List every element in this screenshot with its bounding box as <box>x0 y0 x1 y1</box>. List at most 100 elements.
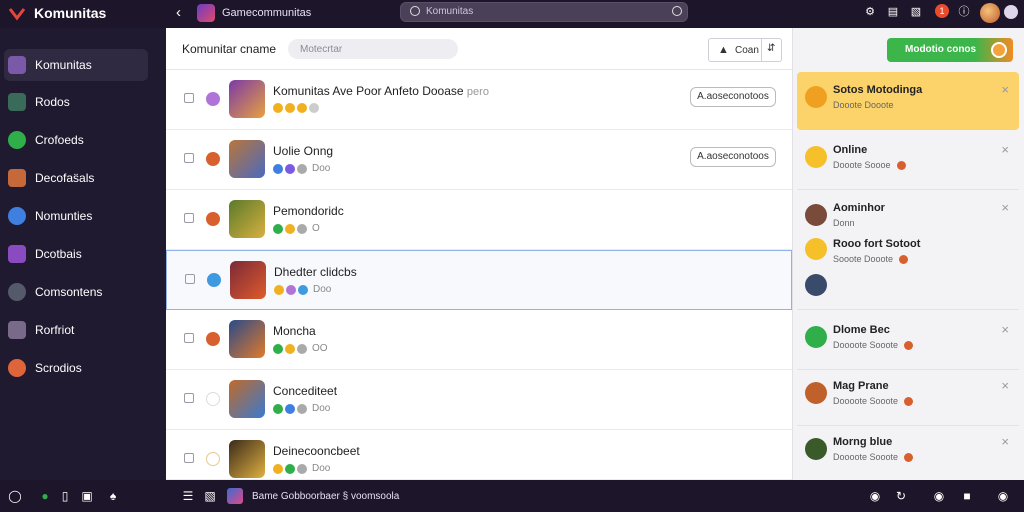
filter-input[interactable]: Motecrtar <box>288 39 458 59</box>
close-icon[interactable]: × <box>1001 200 1009 215</box>
notification-card[interactable]: Online Dooote Soooe × <box>797 132 1019 190</box>
row-checkbox[interactable] <box>184 333 194 343</box>
row-action-button[interactable]: A.aoseconotoos <box>690 147 776 167</box>
sidebar-item-label: Rorfriot <box>35 323 75 337</box>
notification-card-alert[interactable]: Sotos Motodinga Dooote Dooote × <box>797 72 1019 130</box>
chevron-down-icon[interactable]: ⇵ <box>767 43 775 54</box>
sidebar-item-crofoeds[interactable]: Crofoeds <box>4 124 148 156</box>
row-title: Dhedter clidcbs <box>274 265 357 279</box>
card-title: Dlome Bec <box>833 324 890 336</box>
card-title: Mag Prane <box>833 380 889 392</box>
trophy-icon[interactable]: ■ <box>960 489 974 503</box>
sidebar-item-label: Dcotbais <box>35 247 82 261</box>
badge-icon <box>297 163 307 174</box>
avatar <box>805 438 827 460</box>
list-item[interactable]: Komunitas Ave Poor Anfeto Dooase pero A.… <box>166 70 792 130</box>
close-icon[interactable]: × <box>1001 434 1009 449</box>
status-icon <box>206 452 220 466</box>
row-title: Uolie Onng <box>273 144 334 158</box>
phone-icon[interactable]: ▯ <box>58 489 72 503</box>
calendar-icon[interactable]: ▤ <box>887 6 899 18</box>
list-item[interactable]: Pemondoridc O <box>166 190 792 250</box>
record-icon[interactable]: ◉ <box>868 489 882 503</box>
notification-card[interactable]: Morng blue Doooote Sooote × <box>797 424 1019 482</box>
badge-icon <box>286 284 296 295</box>
badge-icon <box>273 223 283 234</box>
clock-icon <box>8 283 26 301</box>
bottom-bar: ◯ ● ▯ ▣ ♠ ☰ ▧ Bame Gobboorbaer § voomsoo… <box>0 480 1024 512</box>
card-subtitle: Doooote Sooote <box>833 396 899 406</box>
badge-icon <box>273 163 283 174</box>
gamepad-icon[interactable]: ▣ <box>80 489 94 503</box>
sidebar-item-scrodios[interactable]: Scrodios <box>4 352 148 384</box>
row-meta: O <box>273 223 320 234</box>
account-menu-icon[interactable] <box>1004 5 1018 19</box>
star-icon <box>273 103 283 114</box>
list-item[interactable]: Deinecooncbeet Doo <box>166 430 792 480</box>
list-item[interactable]: Uolie Onng Doo A.aoseconotoos <box>166 130 792 190</box>
close-icon[interactable]: × <box>1001 378 1009 393</box>
notification-card[interactable]: Dlome Bec Doooote Sooote × <box>797 312 1019 370</box>
sidebar: Komunitas Rodos Crofoeds Decofas̈als Nom… <box>0 28 166 480</box>
close-icon[interactable]: × <box>1001 82 1009 97</box>
row-checkbox[interactable] <box>184 393 194 403</box>
status-text: Bame Gobboorbaer § voomsoola <box>252 491 400 502</box>
card-subtitle-wrap: Doooote Sooote <box>833 340 914 351</box>
sidebar-item-komunitas[interactable]: Komunitas <box>4 49 148 81</box>
media-icon[interactable]: ◉ <box>932 489 946 503</box>
chat-icon[interactable]: ● <box>38 489 52 503</box>
power-icon[interactable]: ◯ <box>8 489 22 503</box>
list-item[interactable]: Concediteet Doo <box>166 370 792 430</box>
sync-icon[interactable]: ↻ <box>894 489 908 503</box>
status-icon <box>206 212 220 226</box>
back-arrow-icon[interactable]: ‹ <box>176 4 181 21</box>
emoji-icon <box>805 238 827 260</box>
profile-icon[interactable]: ◉ <box>996 489 1010 503</box>
community-thumbnail <box>229 380 265 418</box>
row-title-wrap: Komunitas Ave Poor Anfeto Dooase pero <box>273 84 489 98</box>
manage-button[interactable]: Modotio conos <box>887 38 1013 62</box>
help-icon[interactable]: ⓘ <box>958 6 970 18</box>
sidebar-item-nomunties[interactable]: Nomunties <box>4 200 148 232</box>
search-action-icon[interactable] <box>672 6 682 16</box>
sidebar-item-comsontens[interactable]: Comsontens <box>4 276 148 308</box>
grid-icon[interactable]: ▧ <box>203 489 217 503</box>
row-action-button[interactable]: A.aoseconotoos <box>690 87 776 107</box>
row-meta-text: Doo <box>313 284 332 295</box>
badge-icon <box>297 463 307 474</box>
user-avatar[interactable] <box>980 3 1000 23</box>
star-icon <box>309 103 319 114</box>
notification-card[interactable]: Mag Prane Doooote Sooote × <box>797 368 1019 426</box>
sidebar-item-rodos[interactable]: Rodos <box>4 86 148 118</box>
sort-label: Coan <box>735 45 759 56</box>
avatar <box>805 382 827 404</box>
studio-icon <box>8 359 26 377</box>
sidebar-item-label: Rodos <box>35 95 70 109</box>
row-checkbox[interactable] <box>184 453 194 463</box>
sort-button[interactable]: ▲ Coan ⇵ <box>708 38 782 62</box>
notification-card[interactable]: Aominhor Donn × Rooo fort Sotoot Sooote … <box>797 190 1019 310</box>
row-checkbox[interactable] <box>185 274 195 284</box>
list-item[interactable]: Moncha OO <box>166 310 792 370</box>
user-icon[interactable]: ♠ <box>106 489 120 503</box>
settings-icon[interactable]: ⚙ <box>864 6 876 18</box>
status-dot-icon <box>896 161 906 171</box>
feed-icon <box>8 131 26 149</box>
notifications-panel: Modotio conos Sotos Motodinga Dooote Doo… <box>792 28 1024 480</box>
sidebar-item-decofaals[interactable]: Decofas̈als <box>4 162 148 194</box>
row-title: Concediteet <box>273 384 338 398</box>
list-item-selected[interactable]: Dhedter clidcbs Doo <box>166 250 792 310</box>
row-meta: Doo <box>273 403 330 414</box>
sidebar-item-rorfriot[interactable]: Rorfriot <box>4 314 148 346</box>
sidebar-item-dcotbais[interactable]: Dcotbais <box>4 238 148 270</box>
row-checkbox[interactable] <box>184 153 194 163</box>
card-subtitle: Doooote Sooote <box>833 452 899 462</box>
notification-badge[interactable]: 1 <box>935 4 949 18</box>
menu-icon[interactable]: ☰ <box>181 489 195 503</box>
star-icon <box>285 103 295 114</box>
row-checkbox[interactable] <box>184 213 194 223</box>
row-checkbox[interactable] <box>184 93 194 103</box>
window-icon[interactable]: ▧ <box>910 6 922 18</box>
close-icon[interactable]: × <box>1001 322 1009 337</box>
close-icon[interactable]: × <box>1001 142 1009 157</box>
